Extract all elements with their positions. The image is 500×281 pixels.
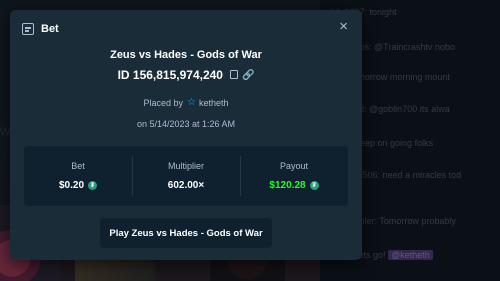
bet-id-row: ID 156,815,974,240 🔗 xyxy=(10,68,362,82)
bet-amount-value: $0.20 xyxy=(58,180,85,191)
copy-icon[interactable] xyxy=(228,70,238,80)
stat-value-row: 602.00× xyxy=(168,180,204,191)
placed-by-label: Placed by xyxy=(143,97,184,108)
close-button[interactable]: × xyxy=(339,19,348,34)
stat-label: Bet xyxy=(71,161,85,171)
game-title: Zeus vs Hades - Gods of War xyxy=(110,49,262,61)
link-icon[interactable]: 🔗 xyxy=(242,70,254,81)
multiplier-stat: Multiplier 602.00× xyxy=(132,146,240,206)
bet-amount-stat: Bet $0.20 ₮ xyxy=(24,146,132,206)
placed-by-row: Placed by ☆ ketheth xyxy=(10,97,362,108)
stat-label: Multiplier xyxy=(167,161,204,171)
bet-stats-panel: Bet $0.20 ₮ Multiplier 602.00× Payout $1… xyxy=(24,146,348,206)
modal-header: Bet xyxy=(22,23,59,35)
modal-title: Bet xyxy=(41,23,59,35)
bet-id: ID 156,815,974,240 xyxy=(117,68,223,82)
play-game-button[interactable]: Play Zeus vs Hades - Gods of War xyxy=(100,218,272,248)
stat-label: Payout xyxy=(279,161,309,171)
stat-value-row: $0.20 ₮ xyxy=(58,180,98,191)
stat-value-row: $120.28 ₮ xyxy=(269,180,319,191)
username-link[interactable]: ketheth xyxy=(199,98,229,108)
tether-coin-icon: ₮ xyxy=(88,181,98,190)
payout-value: $120.28 xyxy=(269,180,306,191)
multiplier-value: 602.00× xyxy=(167,180,205,191)
bet-details-modal: Bet × Zeus vs Hades - Gods of War ID 156… xyxy=(10,10,362,260)
bet-receipt-icon xyxy=(22,23,34,35)
payout-stat: Payout $120.28 ₮ xyxy=(240,146,348,206)
star-badge-icon: ☆ xyxy=(187,97,196,108)
tether-coin-icon: ₮ xyxy=(309,181,319,190)
bet-date: on 5/14/2023 at 1:26 AM xyxy=(136,119,236,129)
